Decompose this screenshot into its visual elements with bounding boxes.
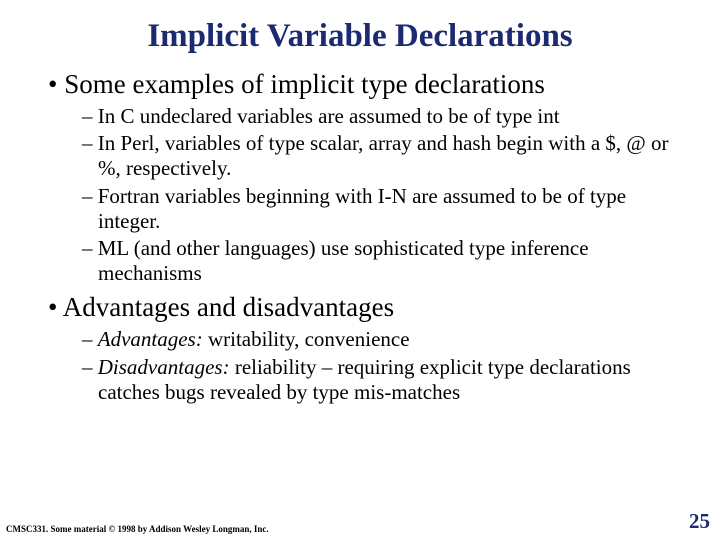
advantages-label: Advantages: [98, 327, 203, 351]
sub-fortran: Fortran variables beginning with I-N are… [82, 184, 684, 234]
bullet-examples: Some examples of implicit type declarati… [48, 69, 684, 100]
page-number: 25 [689, 509, 710, 534]
sub-c: In C undeclared variables are assumed to… [82, 104, 684, 129]
sub-disadvantages: Disadvantages: reliability – requiring e… [82, 355, 684, 405]
slide-content: Some examples of implicit type declarati… [0, 69, 720, 405]
sublist-adv-disadv: Advantages: writability, convenience Dis… [48, 327, 684, 405]
advantages-text: writability, convenience [203, 327, 410, 351]
sub-perl: In Perl, variables of type scalar, array… [82, 131, 684, 181]
sub-advantages: Advantages: writability, convenience [82, 327, 684, 352]
slide: Implicit Variable Declarations Some exam… [0, 0, 720, 540]
footer-copyright: CMSC331. Some material © 1998 by Addison… [6, 524, 269, 534]
sub-ml: ML (and other languages) use sophisticat… [82, 236, 684, 286]
slide-title: Implicit Variable Declarations [0, 0, 720, 63]
bullet-adv-disadv: Advantages and disadvantages [48, 292, 684, 323]
sublist-examples: In C undeclared variables are assumed to… [48, 104, 684, 286]
disadvantages-label: Disadvantages: [98, 355, 230, 379]
